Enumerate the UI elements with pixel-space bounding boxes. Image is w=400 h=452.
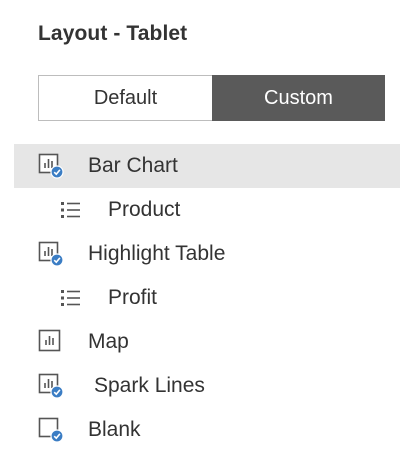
dashboard-items-list: Bar Chart Product Highlight Table Profit…: [0, 144, 400, 452]
legend-list-icon: [61, 202, 80, 218]
custom-button[interactable]: Custom: [212, 75, 385, 121]
layout-toggle: Default Custom: [38, 75, 385, 121]
list-item-label: Highlight Table: [88, 242, 226, 265]
layout-panel: Layout - Tablet Default Custom Bar Chart: [0, 0, 400, 448]
sheet-checked-icon: [38, 373, 64, 399]
panel-title: Layout - Tablet: [38, 22, 188, 45]
list-item-blank[interactable]: Blank: [0, 408, 400, 452]
blank-checked-icon: [38, 417, 64, 443]
sheet-checked-icon: [38, 241, 64, 267]
list-item-product[interactable]: Product: [0, 188, 400, 232]
list-item-label: Map: [88, 330, 129, 353]
list-item-label: Blank: [88, 418, 141, 441]
list-item-label: Bar Chart: [88, 154, 178, 177]
list-item-spark-lines[interactable]: Spark Lines: [0, 364, 400, 408]
list-item-label: Profit: [108, 286, 158, 309]
list-item-label: Product: [108, 198, 181, 221]
list-item-profit[interactable]: Profit: [0, 276, 400, 320]
default-button[interactable]: Default: [38, 75, 212, 121]
legend-list-icon: [61, 290, 80, 306]
list-item-label: Spark Lines: [94, 374, 205, 397]
sheet-icon: [38, 329, 61, 352]
list-item-highlight-table[interactable]: Highlight Table: [0, 232, 400, 276]
list-item-map[interactable]: Map: [0, 320, 400, 364]
sheet-checked-icon: [38, 153, 64, 179]
list-item-bar-chart[interactable]: Bar Chart: [14, 144, 400, 188]
